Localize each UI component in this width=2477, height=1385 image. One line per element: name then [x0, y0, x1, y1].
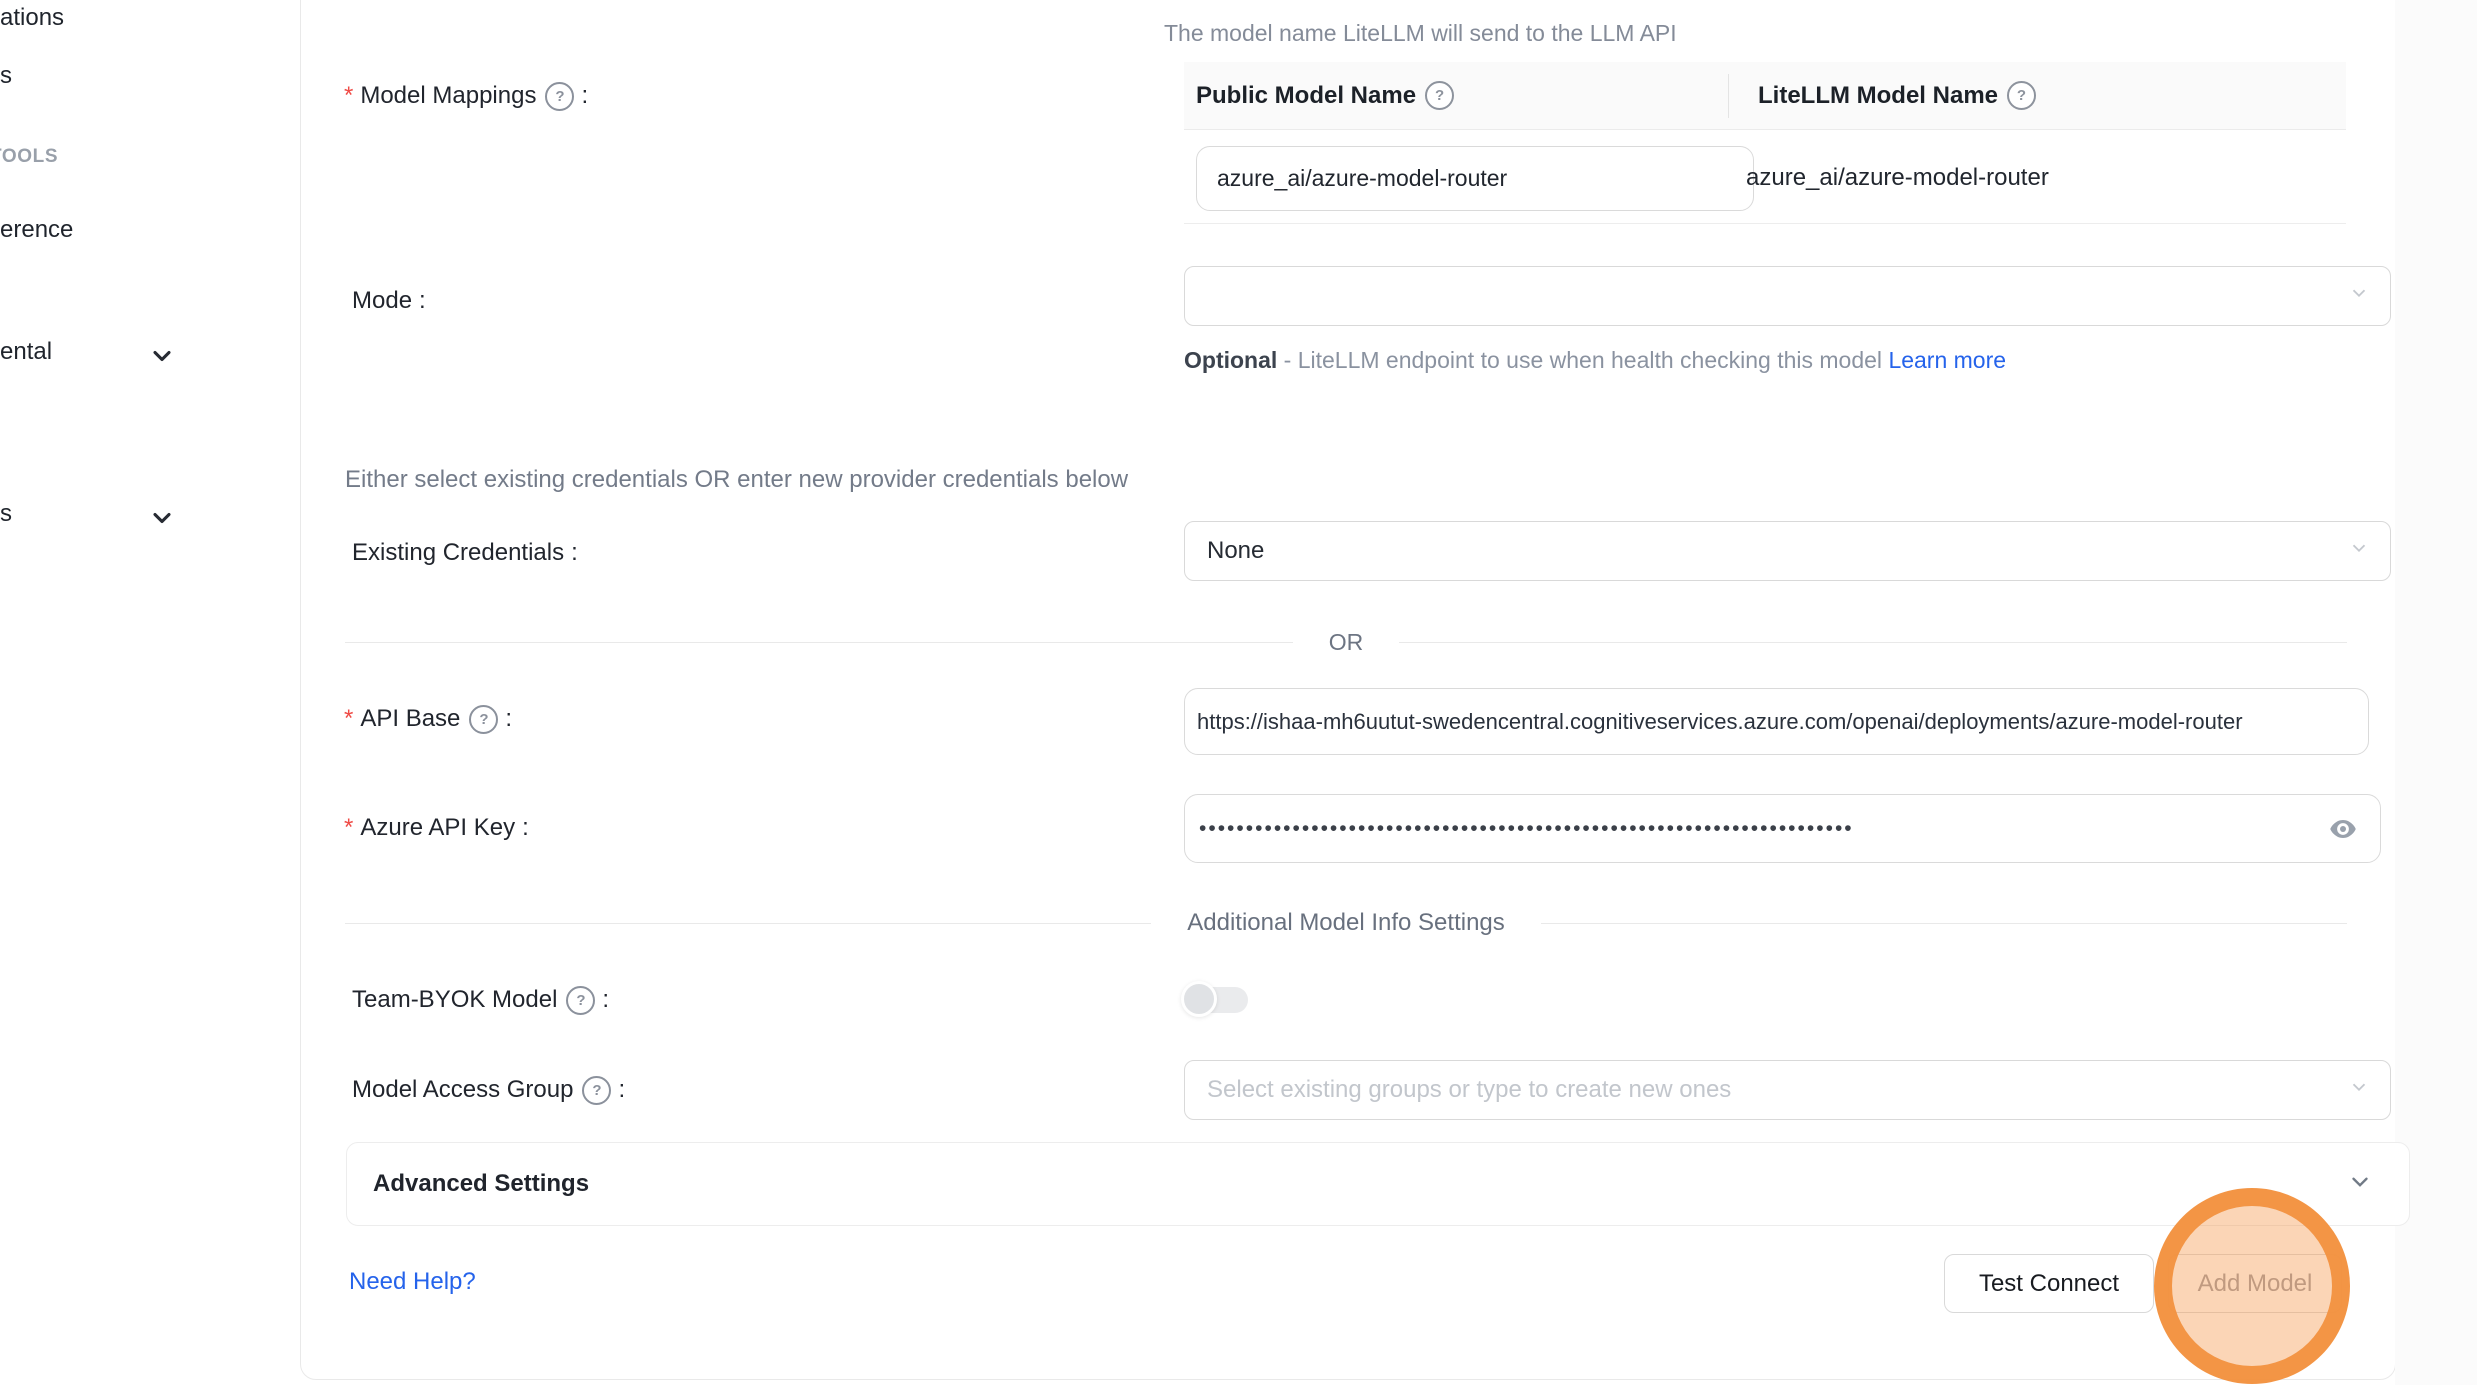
sidebar-item-api-reference[interactable]: erence — [0, 216, 73, 244]
existing-credentials-select[interactable]: None — [1184, 521, 2391, 581]
model-access-group-label-text: Model Access Group — [352, 1076, 573, 1104]
sidebar-item-settings[interactable]: s — [0, 500, 12, 528]
sidebar-item[interactable]: s — [0, 62, 12, 90]
mode-help-body: - LiteLLM endpoint to use when health ch… — [1277, 347, 1888, 373]
azure-api-key-label-text: Azure API Key — [360, 814, 515, 842]
help-icon[interactable]: ? — [545, 82, 574, 111]
label-colon: : — [419, 287, 426, 315]
existing-credentials-label: Existing Credentials : — [352, 537, 578, 569]
team-byok-label-text: Team-BYOK Model — [352, 986, 557, 1014]
mode-help-text: Optional - LiteLLM endpoint to use when … — [1184, 340, 2024, 380]
model-access-group-label: Model Access Group ? : — [352, 1074, 625, 1106]
advanced-settings-panel[interactable]: Advanced Settings — [346, 1142, 2410, 1226]
model-mappings-table-header: Public Model Name ? LiteLLM Model Name ? — [1184, 62, 2346, 130]
credentials-note: Either select existing credentials OR en… — [345, 466, 1128, 494]
model-access-group-select[interactable]: Select existing groups or type to create… — [1184, 1060, 2391, 1120]
api-base-label: * API Base ? : — [344, 703, 512, 735]
azure-api-key-label: * Azure API Key : — [344, 812, 529, 844]
team-byok-toggle[interactable] — [1181, 981, 1251, 1017]
help-icon[interactable]: ? — [2007, 81, 2036, 110]
chevron-down-icon — [2348, 282, 2370, 311]
sidebar-section-tools: TOOLS — [0, 146, 58, 168]
api-base-label-text: API Base — [360, 705, 460, 733]
sidebar: ations s TOOLS erence ental s — [0, 0, 299, 1385]
help-icon[interactable]: ? — [469, 705, 498, 734]
highlight-circle — [2154, 1188, 2350, 1384]
api-base-input[interactable]: https://ishaa-mh6uutut-swedencentral.cog… — [1184, 688, 2369, 755]
required-asterisk: * — [344, 816, 353, 840]
label-colon: : — [522, 814, 529, 842]
or-divider-text: OR — [1329, 629, 1364, 656]
azure-api-key-masked-value: ••••••••••••••••••••••••••••••••••••••••… — [1199, 817, 1854, 841]
chevron-down-icon[interactable] — [148, 342, 176, 375]
divider-line — [1541, 923, 2347, 924]
label-colon: : — [618, 1076, 625, 1104]
divider-line — [345, 923, 1151, 924]
public-model-name-value: azure_ai/azure-model-router — [1217, 165, 1507, 192]
model-mappings-label: * Model Mappings ? : — [344, 80, 588, 112]
learn-more-link[interactable]: Learn more — [1888, 347, 2006, 373]
need-help-link[interactable]: Need Help? — [349, 1268, 476, 1296]
divider-line — [1399, 642, 2347, 643]
existing-credentials-label-text: Existing Credentials — [352, 539, 564, 567]
table-header-divider — [1728, 74, 1729, 118]
existing-credentials-value: None — [1207, 537, 1264, 565]
sidebar-item-organizations[interactable]: ations — [0, 4, 64, 32]
chevron-down-icon — [2347, 1169, 2373, 1200]
label-colon: : — [571, 539, 578, 567]
litellm-model-name-header-text: LiteLLM Model Name — [1758, 82, 1998, 110]
required-asterisk: * — [344, 84, 353, 108]
or-divider: OR — [345, 622, 2347, 662]
eye-icon[interactable] — [2324, 814, 2362, 844]
public-model-name-input[interactable]: azure_ai/azure-model-router — [1196, 146, 1754, 211]
mode-label: Mode : — [352, 285, 426, 317]
help-icon[interactable]: ? — [566, 986, 595, 1015]
mode-select[interactable] — [1184, 266, 2391, 326]
team-byok-label: Team-BYOK Model ? : — [352, 984, 609, 1016]
azure-api-key-input[interactable]: ••••••••••••••••••••••••••••••••••••••••… — [1184, 794, 2381, 863]
sidebar-item-experimental[interactable]: ental — [0, 338, 52, 366]
api-base-value: https://ishaa-mh6uutut-swedencentral.cog… — [1197, 709, 2243, 735]
public-model-name-header-text: Public Model Name — [1196, 82, 1416, 110]
required-asterisk: * — [344, 707, 353, 731]
additional-settings-divider: Additional Model Info Settings — [345, 903, 2347, 943]
chevron-down-icon — [2348, 1076, 2370, 1105]
divider-line — [345, 642, 1293, 643]
column-header-litellm-model-name: LiteLLM Model Name ? — [1740, 81, 2036, 110]
label-colon: : — [581, 82, 588, 110]
advanced-settings-label: Advanced Settings — [373, 1170, 589, 1198]
mode-label-text: Mode — [352, 287, 412, 315]
column-header-public-model-name: Public Model Name ? — [1184, 81, 1740, 110]
toggle-knob — [1181, 981, 1217, 1017]
table-row-separator — [1184, 223, 2346, 224]
help-icon[interactable]: ? — [582, 1076, 611, 1105]
additional-settings-divider-text: Additional Model Info Settings — [1187, 909, 1505, 937]
litellm-model-name-value: azure_ai/azure-model-router — [1746, 164, 2049, 192]
model-access-group-placeholder: Select existing groups or type to create… — [1207, 1076, 1731, 1104]
model-mappings-label-text: Model Mappings — [360, 82, 536, 110]
model-name-helper-text: The model name LiteLLM will send to the … — [1164, 20, 1677, 47]
label-colon: : — [505, 705, 512, 733]
help-icon[interactable]: ? — [1425, 81, 1454, 110]
test-connect-button[interactable]: Test Connect — [1944, 1254, 2154, 1313]
label-colon: : — [602, 986, 609, 1014]
chevron-down-icon — [2348, 537, 2370, 566]
chevron-down-icon[interactable] — [148, 504, 176, 537]
mode-help-bold: Optional — [1184, 347, 1277, 373]
